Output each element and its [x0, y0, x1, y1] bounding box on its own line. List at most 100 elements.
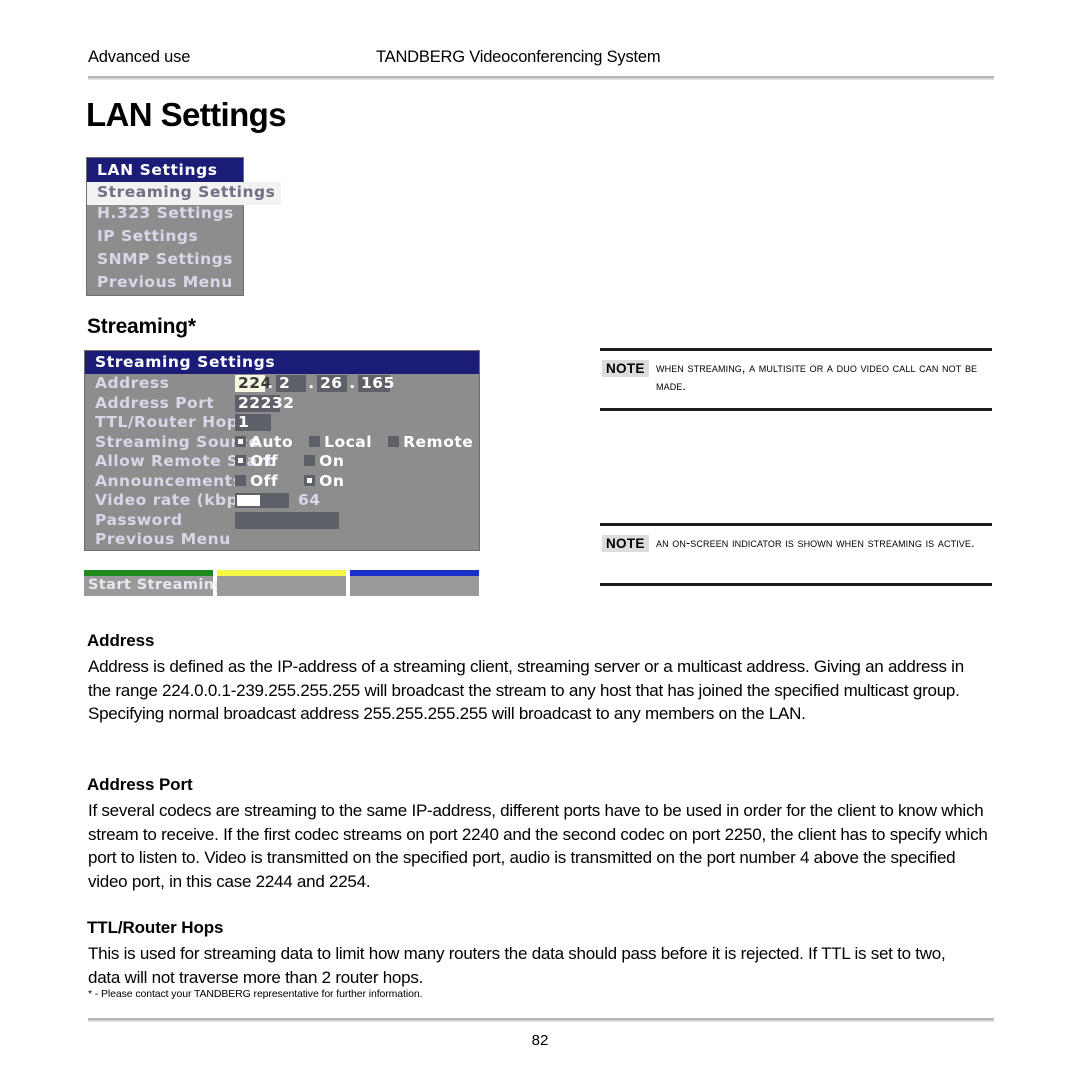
paragraph-address-port: If several codecs are streaming to the s…	[88, 801, 988, 891]
section-heading-streaming: Streaming*	[87, 315, 196, 338]
lan-settings-menu: LAN Settings Streaming Settings H.323 Se…	[86, 157, 282, 296]
menu-item-previous-menu[interactable]: Previous Menu	[87, 272, 243, 295]
radio-icon	[304, 455, 316, 466]
password-value-wrap	[235, 511, 339, 531]
radio-label: Auto	[250, 432, 294, 451]
address-octet-1[interactable]: 224	[235, 375, 271, 392]
note-rule-bottom	[600, 408, 992, 411]
menu-item-ip-settings[interactable]: IP Settings	[87, 226, 243, 249]
page-number: 82	[531, 1032, 549, 1049]
header-rule	[88, 76, 994, 80]
address-separator-2: .	[308, 374, 315, 392]
address-port-field[interactable]: 22232	[235, 394, 294, 412]
row-streaming-source: Streaming Source Auto Local Remote	[85, 433, 479, 453]
note-box-2: NOTE An on-screen indicator is shown whe…	[600, 523, 992, 586]
radio-label: Off	[250, 471, 279, 490]
radio-label: Local	[324, 432, 373, 451]
address-octet-4[interactable]: 165	[358, 375, 394, 392]
announcements-options: Off On	[235, 472, 360, 492]
radio-option-streaming-source-local[interactable]: Local	[309, 433, 372, 452]
address-octet-2[interactable]: 2	[276, 375, 306, 392]
radio-label: Remote	[403, 432, 474, 451]
address-port-value-wrap: 22232	[235, 394, 294, 414]
label-video-rate: Video rate (kbps)	[95, 491, 256, 509]
note-text: When streaming, a MultiSite or a Duo Vid…	[656, 361, 978, 393]
label-announcements: Announcements	[95, 471, 243, 490]
document-page: Advanced use TANDBERG Videoconferencing …	[0, 0, 1080, 1080]
radio-label: On	[319, 471, 345, 490]
address-octet-3[interactable]: 26	[317, 375, 347, 392]
streaming-settings-menu-title: Streaming Settings	[85, 351, 479, 374]
radio-option-announcements-off[interactable]: Off	[235, 472, 278, 491]
page-title: LAN Settings	[86, 96, 287, 133]
subheading-address-port: Address Port	[87, 775, 193, 794]
radio-icon	[309, 435, 321, 447]
radio-label: On	[319, 452, 345, 470]
softkey-3[interactable]	[350, 570, 479, 596]
softkey-start-streaming[interactable]: Start Streaming	[84, 570, 225, 596]
softkey-color-cap-yellow	[217, 570, 346, 576]
video-rate-slider-fill	[237, 495, 260, 506]
address-separator-1: .	[267, 374, 274, 392]
row-password: Password	[85, 511, 479, 531]
row-video-rate: Video rate (kbps) 64	[85, 491, 479, 511]
menu-item-streaming-settings[interactable]: Streaming Settings	[87, 182, 282, 205]
label-previous-menu: Previous Menu	[95, 530, 231, 548]
row-allow-remote-start: Allow Remote Start Off On	[85, 452, 479, 472]
row-announcements: Announcements Off On	[85, 472, 479, 492]
softkey-bar: Start Streaming	[84, 570, 480, 596]
running-head-left: Advanced use	[88, 48, 191, 66]
radio-label: Off	[250, 452, 279, 470]
address-octet-group: 224. 2. 26. 165	[235, 374, 394, 394]
softkey-color-cap-blue	[350, 570, 479, 576]
label-address: Address	[95, 374, 170, 392]
running-head: Advanced use TANDBERG Videoconferencing …	[88, 48, 992, 70]
softkey-2[interactable]	[217, 570, 346, 596]
row-address: Address 224. 2. 26. 165	[85, 374, 479, 394]
running-head-center: TANDBERG Videoconferencing System	[376, 48, 661, 66]
note-rule-bottom	[600, 583, 992, 586]
row-address-port: Address Port 22232	[85, 394, 479, 414]
row-ttl-router-hops: TTL/Router Hops 1	[85, 413, 479, 433]
address-separator-3: .	[349, 374, 356, 392]
radio-icon-selected	[304, 474, 316, 486]
menu-item-h323-settings[interactable]: H.323 Settings	[87, 203, 243, 226]
streaming-source-options: Auto Local Remote	[235, 433, 489, 453]
subheading-address: Address	[87, 631, 155, 650]
paragraph-address: Address is defined as the IP-address of …	[88, 657, 964, 723]
radio-option-streaming-source-auto[interactable]: Auto	[235, 433, 293, 452]
radio-option-allow-remote-start-off[interactable]: Off	[235, 452, 278, 471]
lan-menu-row-wrapper: Streaming Settings	[87, 182, 282, 205]
footnote: * - Please contact your TANDBERG represe…	[88, 988, 423, 1000]
note-body: NOTE An on-screen indicator is shown whe…	[600, 526, 992, 583]
radio-icon	[388, 435, 400, 447]
lan-settings-menu-title: LAN Settings	[87, 158, 243, 182]
radio-option-allow-remote-start-on[interactable]: On	[304, 452, 344, 471]
radio-option-streaming-source-remote[interactable]: Remote	[388, 433, 473, 452]
paragraph-ttl-router-hops: This is used for streaming data to limit…	[88, 944, 946, 987]
softkey-label: Start Streaming	[88, 577, 226, 593]
radio-icon	[235, 474, 246, 486]
radio-option-announcements-on[interactable]: On	[304, 472, 344, 491]
ttl-value-wrap: 1	[235, 413, 271, 433]
footer-rule	[88, 1018, 994, 1022]
video-rate-slider[interactable]	[235, 493, 289, 508]
row-previous-menu[interactable]: Previous Menu	[85, 530, 479, 550]
radio-icon-selected	[235, 435, 246, 447]
menu-item-snmp-settings[interactable]: SNMP Settings	[87, 249, 243, 272]
label-password: Password	[95, 510, 183, 529]
streaming-settings-menu: Streaming Settings Address 224. 2. 26. 165 …	[84, 350, 480, 551]
note-badge: NOTE	[602, 535, 649, 552]
ttl-field[interactable]: 1	[235, 414, 271, 431]
password-field[interactable]	[235, 511, 339, 529]
radio-icon-selected	[235, 455, 246, 466]
label-address-port: Address Port	[95, 393, 215, 412]
note-body: NOTE When streaming, a MultiSite or a Du…	[600, 351, 992, 408]
note-box-1: NOTE When streaming, a MultiSite or a Du…	[600, 348, 992, 411]
video-rate-control: 64	[235, 491, 321, 511]
video-rate-value: 64	[298, 491, 321, 509]
note-text: An on-screen indicator is shown when str…	[656, 536, 975, 550]
label-ttl-router-hops: TTL/Router Hops	[95, 413, 249, 431]
note-badge: NOTE	[602, 360, 649, 377]
subheading-ttl-router-hops: TTL/Router Hops	[87, 918, 224, 937]
